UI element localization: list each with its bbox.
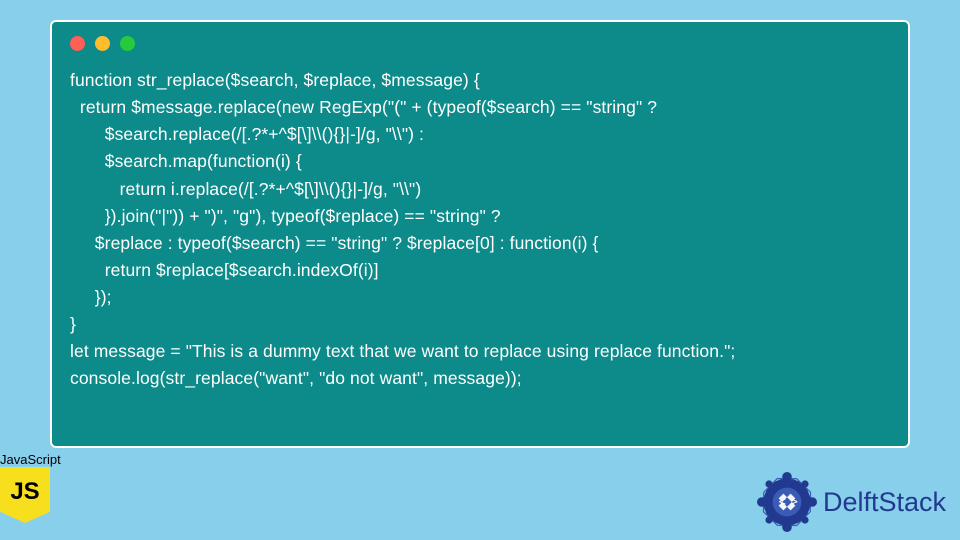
code-line: let message = "This is a dummy text that… xyxy=(70,341,735,361)
brand-name: DelftStack xyxy=(823,487,946,518)
js-badge-label: JavaScript xyxy=(0,452,61,467)
code-line: }).join("|")) + ")", "g"), typeof($repla… xyxy=(70,206,501,226)
window-traffic-lights xyxy=(70,36,890,51)
delftstack-logo-icon: < > xyxy=(757,472,817,532)
code-line: $search.replace(/[.?*+^$[\]\\(){}|-]/g, … xyxy=(70,124,424,144)
js-logo-text: JS xyxy=(10,478,39,506)
code-line: return $replace[$search.indexOf(i)] xyxy=(70,260,379,280)
close-icon xyxy=(70,36,85,51)
code-window: function str_replace($search, $replace, … xyxy=(50,20,910,448)
code-line: $replace : typeof($search) == "string" ?… xyxy=(70,233,598,253)
code-line: console.log(str_replace("want", "do not … xyxy=(70,368,522,388)
code-line: }); xyxy=(70,287,112,307)
minimize-icon xyxy=(95,36,110,51)
code-block: function str_replace($search, $replace, … xyxy=(70,67,890,393)
svg-text:>: > xyxy=(791,495,798,509)
maximize-icon xyxy=(120,36,135,51)
code-line: return $message.replace(new RegExp("(" +… xyxy=(70,97,657,117)
delftstack-brand: < > DelftStack xyxy=(757,472,946,532)
code-line: $search.map(function(i) { xyxy=(70,151,302,171)
javascript-badge: JavaScript JS xyxy=(0,452,61,523)
svg-text:<: < xyxy=(779,495,786,509)
js-logo-icon: JS xyxy=(0,467,50,523)
code-line: function str_replace($search, $replace, … xyxy=(70,70,480,90)
code-line: } xyxy=(70,314,76,334)
code-line: return i.replace(/[.?*+^$[\]\\(){}|-]/g,… xyxy=(70,179,421,199)
